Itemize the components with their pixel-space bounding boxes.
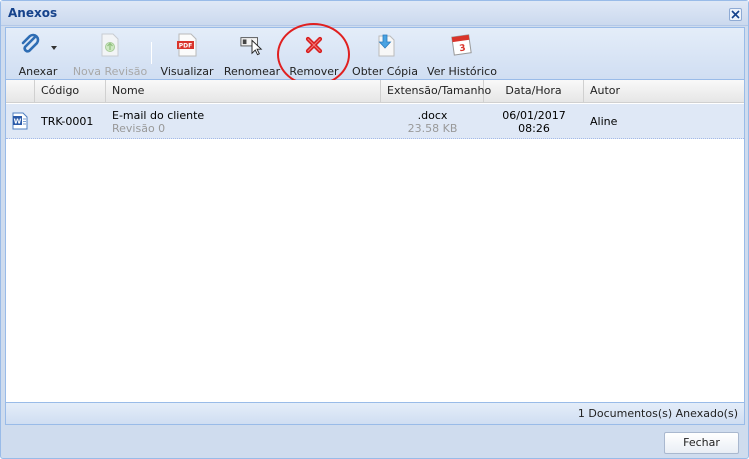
view-label: Visualizar: [160, 65, 214, 78]
row-size: 23.58 KB: [407, 122, 458, 135]
row-extension-size-cell: .docx 23.58 KB: [381, 104, 484, 139]
paperclip-icon: [21, 33, 40, 53]
view-button[interactable]: PDF Visualizar: [160, 30, 214, 78]
row-revision: Revisão 0: [112, 122, 166, 135]
toolbar: Anexar Nova Revisão PDF Visualizar Renom…: [6, 23, 744, 86]
row-author: Aline: [590, 115, 618, 128]
attach-button[interactable]: Anexar: [14, 30, 62, 78]
close-dialog-button[interactable]: Fechar: [664, 432, 739, 454]
attach-label: Anexar: [18, 65, 58, 78]
header-icon-column: [6, 80, 35, 102]
attached-count: 1 Documentos(s) Anexado(s): [577, 407, 738, 420]
row-name: E-mail do cliente: [112, 109, 205, 122]
attachments-panel: Anexar Nova Revisão PDF Visualizar Renom…: [5, 23, 745, 425]
row-date: 06/01/2017: [502, 109, 566, 122]
header-name[interactable]: Nome: [106, 80, 381, 102]
dropdown-arrow-icon[interactable]: [50, 45, 58, 51]
row-time: 08:26: [518, 122, 550, 135]
attachments-window: Anexos Anexar Nova Revisão PDF Visualiza…: [0, 0, 749, 459]
window-close-button[interactable]: [729, 8, 742, 21]
rename-icon: [240, 37, 263, 56]
remove-label: Remover: [289, 65, 339, 78]
new-revision-button[interactable]: Nova Revisão: [72, 30, 148, 78]
rename-button[interactable]: Renomear: [223, 30, 281, 78]
close-icon: [731, 10, 740, 19]
new-revision-icon: [101, 33, 119, 57]
row-icon-cell: W: [12, 104, 34, 139]
title-bar: Anexos: [1, 1, 748, 26]
grid-header: Código Nome Extensão/Tamanho Data/Hora A…: [6, 80, 744, 103]
get-copy-button[interactable]: Obter Cópia: [352, 30, 418, 78]
row-extension: .docx: [417, 109, 448, 122]
word-doc-icon: W: [12, 112, 28, 130]
table-row[interactable]: W TRK-0001 E-mail do cliente Revisão 0 .…: [6, 104, 744, 139]
download-copy-icon: [378, 34, 395, 57]
history-label: Ver Histórico: [427, 65, 497, 78]
calendar-history-icon: 3: [451, 34, 472, 56]
header-code[interactable]: Código: [35, 80, 106, 102]
row-code: TRK-0001: [41, 115, 94, 128]
row-name-cell: E-mail do cliente Revisão 0: [106, 104, 381, 139]
toolbar-separator: [151, 42, 152, 64]
header-author[interactable]: Autor: [584, 80, 744, 102]
svg-text:W: W: [14, 118, 22, 126]
row-date-time-cell: 06/01/2017 08:26: [484, 104, 584, 139]
rename-label: Renomear: [223, 65, 281, 78]
get-copy-label: Obter Cópia: [352, 65, 418, 78]
new-revision-label: Nova Revisão: [72, 65, 148, 78]
header-extension-size[interactable]: Extensão/Tamanho: [381, 80, 491, 102]
remove-button[interactable]: Remover: [289, 30, 339, 78]
history-button[interactable]: 3 Ver Histórico: [427, 30, 497, 78]
remove-x-icon: [305, 36, 323, 54]
svg-text:PDF: PDF: [179, 43, 192, 50]
status-bar: 1 Documentos(s) Anexado(s): [6, 402, 744, 424]
window-title: Anexos: [8, 6, 58, 20]
pdf-icon: PDF: [177, 33, 197, 57]
header-date-time[interactable]: Data/Hora: [484, 80, 584, 102]
